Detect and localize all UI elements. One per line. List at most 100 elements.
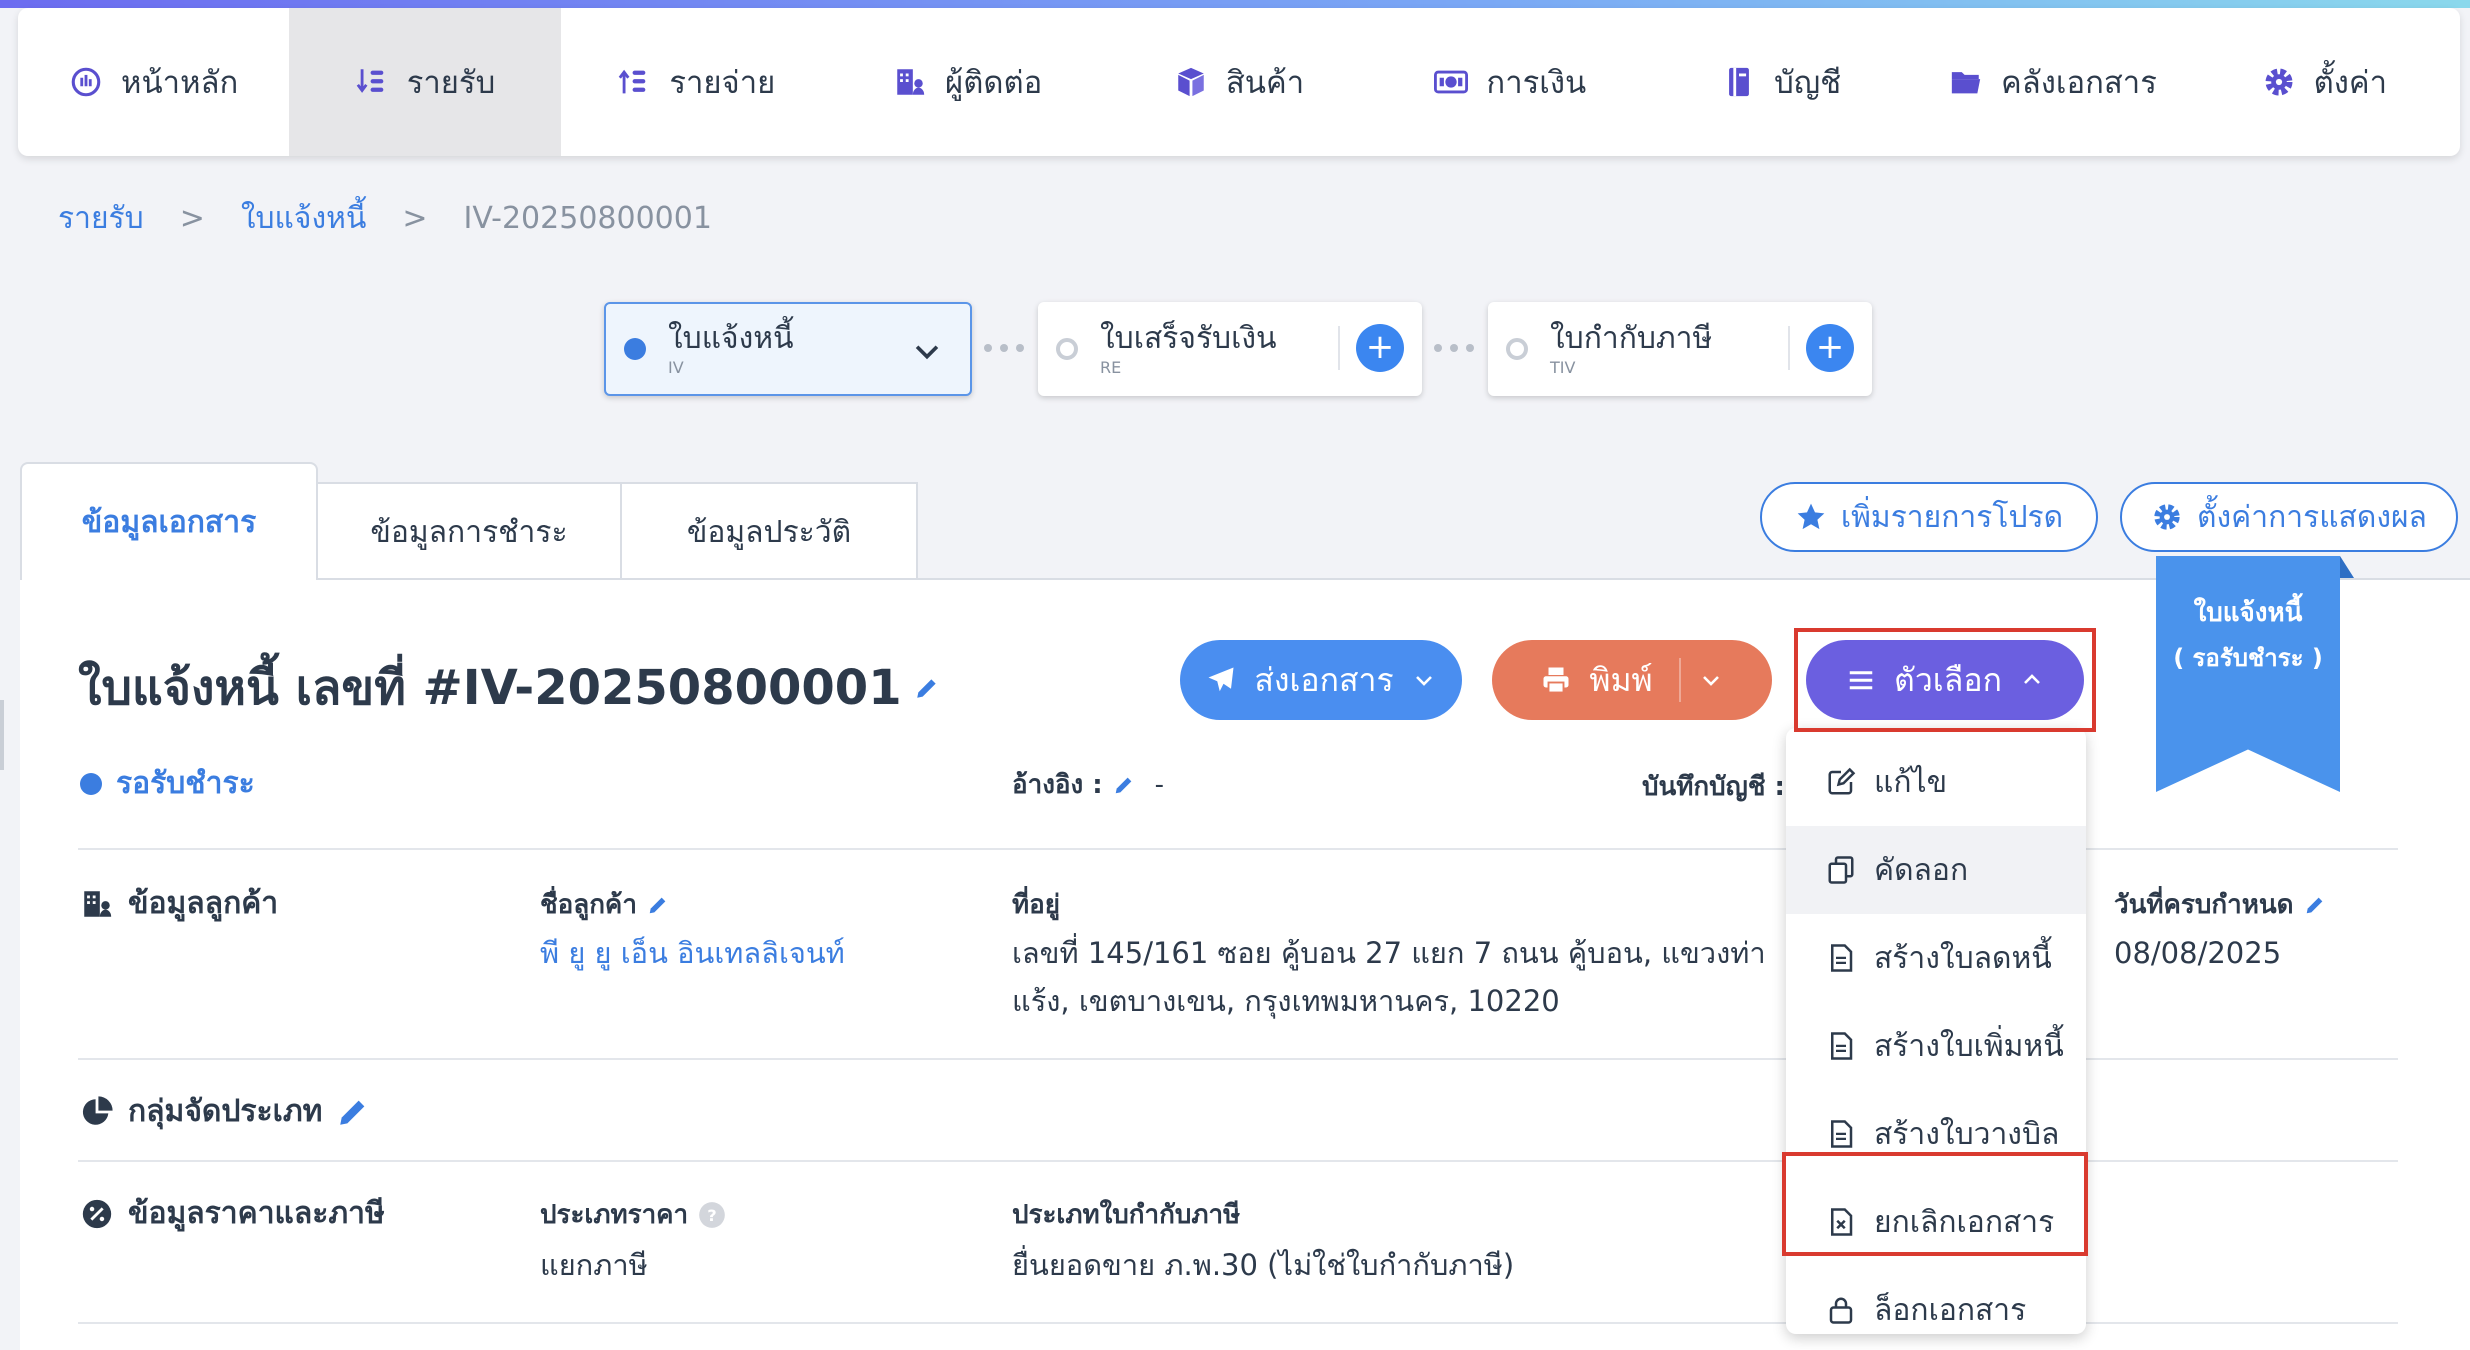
flow-step-receipt[interactable]: ใบเสร็จรับเงิน RE +: [1038, 302, 1422, 396]
options-button[interactable]: ตัวเลือก: [1806, 640, 2084, 720]
menu-item-create-debit-note[interactable]: สร้างใบเพิ่มหนี้: [1786, 1002, 2086, 1090]
nav-item-products[interactable]: สินค้า: [1103, 8, 1374, 156]
flow-step-invoice[interactable]: ใบแจ้งหนี้ IV: [604, 302, 972, 396]
menu-item-cancel-document[interactable]: ยกเลิกเอกสาร: [1786, 1178, 2086, 1266]
pencil-icon[interactable]: [1113, 774, 1135, 796]
menu-item-create-credit-note[interactable]: สร้างใบลดหนี้: [1786, 914, 2086, 1002]
flow-step-code: TIV: [1550, 357, 1576, 377]
address-line-1: เลขที่ 145/161 ซอย คู้บอน 27 แยก 7 ถนน ค…: [1012, 936, 1766, 970]
breadcrumb-separator: >: [402, 200, 428, 236]
help-icon[interactable]: ?: [698, 1201, 726, 1229]
nav-label: หน้าหลัก: [121, 65, 239, 101]
pencil-icon[interactable]: [914, 675, 940, 701]
menu-item-create-billing-note[interactable]: สร้างใบวางบิล: [1786, 1090, 2086, 1178]
breadcrumb-invoice[interactable]: ใบแจ้งหนี้: [241, 195, 367, 242]
nav-item-documents[interactable]: คลังเอกสาร: [1917, 8, 2188, 156]
breadcrumb-current: IV-20250800001: [463, 200, 712, 236]
due-date-value: 08/08/2025: [2114, 936, 2282, 970]
nav-item-finance[interactable]: การเงิน: [1375, 8, 1646, 156]
ribbon-status: ( รอรับชำระ ): [2173, 643, 2323, 672]
display-settings-button[interactable]: ตั้งค่าการแสดงผล: [2120, 482, 2458, 552]
add-tax-invoice-button[interactable]: +: [1806, 324, 1854, 372]
edit-icon: [1828, 767, 1856, 795]
pencil-icon[interactable]: [647, 894, 669, 916]
menu-item-edit[interactable]: แก้ไข: [1786, 738, 2086, 826]
flow-step-tax-invoice[interactable]: ใบกำกับภาษี TIV +: [1488, 302, 1872, 396]
lock-icon: [1829, 1297, 1853, 1324]
money-icon: [1434, 70, 1469, 94]
reference-label: อ้างอิง :: [1012, 770, 1103, 800]
nav-item-home[interactable]: หน้าหลัก: [18, 8, 289, 156]
menu-item-label: สร้างใบวางบิล: [1874, 1116, 2060, 1152]
flow-connector-dots: [984, 344, 1024, 352]
nav-label: สินค้า: [1225, 65, 1305, 101]
income-icon: [356, 69, 384, 93]
main-nav: หน้าหลัก รายรับ รายจ่าย ผู้ติดต่อ สินค้า…: [18, 8, 2460, 156]
document-title: ใบแจ้งหนี้ เลขที่ #IV-20250800001: [78, 660, 902, 716]
print-button[interactable]: พิมพ์: [1492, 640, 1772, 720]
price-type-value: แยกภาษี: [540, 1248, 648, 1282]
page-title: ใบแจ้งหนี้ เลขที่ #IV-20250800001: [78, 650, 940, 726]
document-icon: [1831, 1120, 1853, 1148]
pencil-icon[interactable]: [2304, 894, 2326, 916]
breadcrumb-income[interactable]: รายรับ: [58, 195, 144, 242]
paper-plane-icon: [1208, 667, 1234, 692]
menu-item-label: สร้างใบเพิ่มหนี้: [1874, 1028, 2064, 1064]
tax-invoice-type-label: ประเภทใบกำกับภาษี: [1012, 1200, 1241, 1230]
menu-item-label: ยกเลิกเอกสาร: [1874, 1204, 2055, 1240]
star-icon: [1797, 503, 1825, 530]
tab-payment-info[interactable]: ข้อมูลการชำระ: [316, 482, 622, 580]
nav-item-settings[interactable]: ตั้งค่า: [2189, 8, 2460, 156]
tax-invoice-type-value: ยื่นยอดขาย ภ.พ.30 (ไม่ใช่ใบกำกับภาษี): [1012, 1248, 1515, 1282]
flow-active-dot: [624, 338, 646, 360]
pie-chart-icon: [82, 1095, 113, 1125]
add-receipt-button[interactable]: +: [1356, 324, 1404, 372]
nav-item-income[interactable]: รายรับ: [289, 8, 561, 156]
customer-section-label: ข้อมูลลูกค้า: [128, 886, 279, 921]
flow-step-title: ใบเสร็จรับเงิน: [1100, 320, 1277, 356]
expense-icon: [619, 69, 646, 94]
cancel-document-icon: [1831, 1208, 1853, 1236]
add-favorite-button[interactable]: เพิ่มรายการโปรด: [1760, 482, 2098, 552]
nav-label: คลังเอกสาร: [2001, 65, 2157, 101]
options-dropdown-menu: แก้ไข คัดลอก สร้างใบลดหนี้ สร้างใบเพิ่มห…: [1786, 728, 2086, 1334]
tab-history[interactable]: ข้อมูลประวัติ: [620, 482, 918, 580]
svg-text:?: ?: [707, 1205, 716, 1224]
display-settings-label: ตั้งค่าการแสดงผล: [2197, 499, 2427, 535]
left-edge-handle: [0, 700, 4, 770]
flow-step-code: IV: [668, 357, 684, 377]
menu-icon: [1849, 671, 1873, 690]
flow-divider: [1338, 326, 1340, 370]
send-document-button[interactable]: ส่งเอกสาร: [1180, 640, 1462, 720]
chevron-down-icon[interactable]: [910, 334, 944, 368]
folder-icon: [1951, 72, 1981, 94]
menu-item-label: ล็อกเอกสาร: [1874, 1292, 2027, 1328]
menu-item-copy[interactable]: คัดลอก: [1786, 826, 2086, 914]
due-date-field: วันที่ครบกำหนด: [2114, 884, 2326, 925]
account-label: บันทึกบัญชี :: [1642, 772, 1785, 802]
chevron-down-icon[interactable]: [1699, 668, 1723, 692]
copy-icon: [1828, 856, 1854, 884]
product-box-icon: [1178, 67, 1204, 97]
ribbon-title: ใบแจ้งหนี้: [2193, 598, 2303, 628]
nav-item-expense[interactable]: รายจ่าย: [561, 8, 832, 156]
flow-connector-dots: [1434, 344, 1474, 352]
flow-divider: [1788, 326, 1790, 370]
address-label: ที่อยู่: [1012, 890, 1060, 920]
flow-step-title: ใบกำกับภาษี: [1550, 320, 1713, 356]
customer-name-link[interactable]: พี ยู ยู เอ็น อินเทลลิเจนท์: [540, 930, 845, 976]
chevron-up-icon: [2024, 674, 2040, 684]
pencil-icon[interactable]: [336, 1095, 370, 1129]
menu-item-lock-document[interactable]: ล็อกเอกสาร: [1786, 1266, 2086, 1350]
nav-item-contacts[interactable]: ผู้ติดต่อ: [832, 8, 1103, 156]
address-line-2: แร้ง, เขตบางเขน, กรุงเทพมหานคร, 10220: [1012, 984, 1560, 1018]
nav-label: บัญชี: [1774, 65, 1842, 101]
nav-item-accounting[interactable]: บัญชี: [1646, 8, 1917, 156]
dashboard-icon: [71, 67, 101, 97]
document-icon: [1831, 944, 1853, 972]
pricing-section-title: ข้อมูลราคาและภาษี: [80, 1190, 385, 1237]
flow-inactive-dot: [1056, 338, 1078, 360]
tab-document-info[interactable]: ข้อมูลเอกสาร: [20, 462, 318, 580]
customer-name-field: ชื่อลูกค้า: [540, 884, 669, 925]
price-type-label: ประเภทราคา: [540, 1200, 689, 1230]
